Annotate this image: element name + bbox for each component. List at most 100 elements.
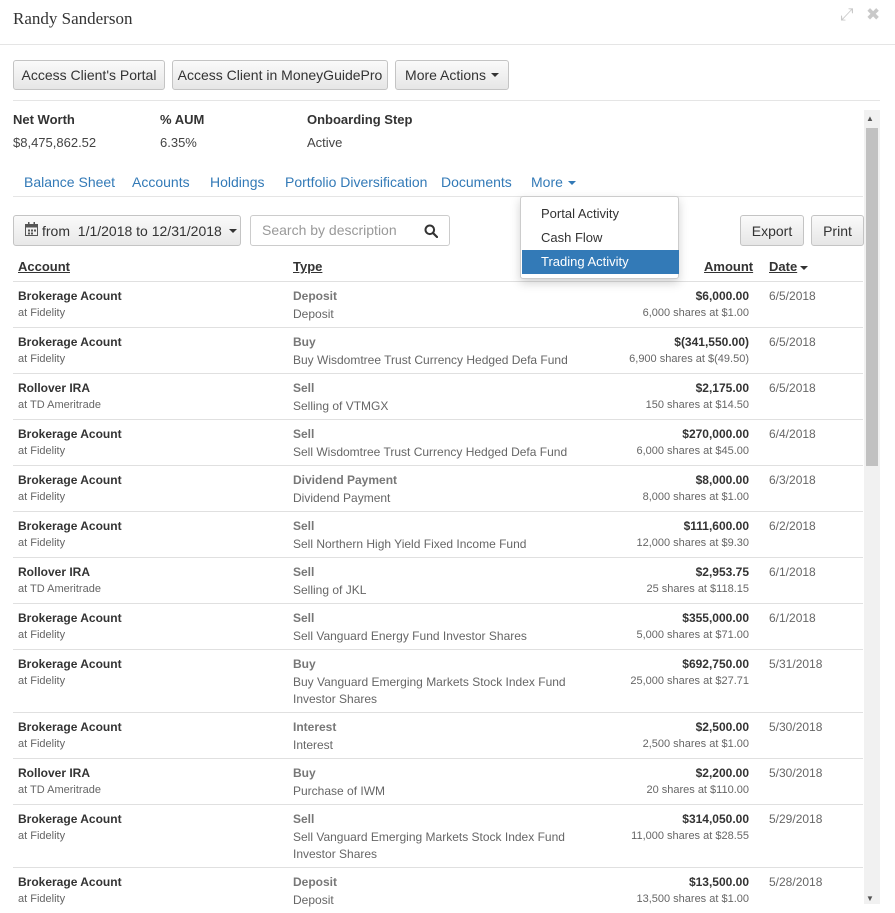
transaction-detail: 11,000 shares at $28.55	[631, 830, 749, 842]
transaction-detail: 20 shares at $110.00	[646, 784, 749, 796]
table-row[interactable]: Rollover IRA at TD Ameritrade Buy Purchase …	[13, 758, 863, 804]
transaction-amount: $692,750.00	[682, 657, 749, 671]
transaction-type: Sell	[293, 812, 315, 826]
account-name: Brokerage Acount	[18, 473, 122, 487]
transaction-amount: $355,000.00	[682, 611, 749, 625]
account-name: Brokerage Acount	[18, 812, 122, 826]
transaction-detail: 13,500 shares at $1.00	[636, 893, 749, 905]
account-name: Brokerage Acount	[18, 611, 122, 625]
transaction-type: Deposit	[293, 875, 338, 889]
transaction-date: 6/5/2018	[769, 381, 816, 395]
transactions-table: Brokerage Acount at Fidelity Deposit Deposi…	[13, 281, 863, 913]
search-field[interactable]	[250, 215, 450, 246]
transaction-description: Interest	[293, 738, 334, 752]
tab-holdings[interactable]: Holdings	[210, 174, 264, 190]
search-icon[interactable]	[424, 224, 439, 241]
table-row[interactable]: Brokerage Acount at Fidelity Deposit Deposi…	[13, 867, 863, 913]
transaction-type: Interest	[293, 720, 337, 734]
scroll-up-icon[interactable]: ▲	[866, 114, 874, 123]
table-row[interactable]: Rollover IRA at TD Ameritrade Sell Selling …	[13, 557, 863, 603]
transaction-type: Sell	[293, 519, 315, 533]
transaction-detail: 25,000 shares at $27.71	[630, 675, 749, 687]
onboarding-step-value: Active	[307, 135, 343, 150]
account-institution: at Fidelity	[18, 738, 66, 750]
transaction-description: Sell Vanguard Energy Fund Investor Share…	[293, 629, 527, 643]
tab-balance-sheet[interactable]: Balance Sheet	[24, 174, 115, 190]
menu-item-portal-activity[interactable]: Portal Activity	[522, 202, 679, 226]
transaction-date: 5/31/2018	[769, 657, 823, 671]
transaction-date: 6/1/2018	[769, 565, 816, 579]
table-row[interactable]: Brokerage Acount at Fidelity Sell Sell Vang…	[13, 804, 863, 867]
divider	[13, 100, 880, 101]
search-input[interactable]	[262, 222, 412, 238]
transaction-description: Dividend Payment	[293, 491, 391, 505]
transaction-type: Buy	[293, 335, 316, 349]
client-name-title: Randy Sanderson	[13, 9, 133, 28]
table-row[interactable]: Brokerage Acount at Fidelity Sell Sell Vang…	[13, 603, 863, 649]
tab-documents[interactable]: Documents	[441, 174, 512, 190]
access-portal-button[interactable]: Access Client's Portal	[13, 60, 165, 90]
tab-accounts[interactable]: Accounts	[132, 174, 190, 190]
aum-value: 6.35%	[160, 135, 197, 150]
column-header-amount[interactable]: Amount	[704, 259, 753, 274]
transaction-description: Buy Vanguard Emerging Markets Stock Inde…	[293, 675, 566, 706]
transaction-detail: 150 shares at $14.50	[645, 399, 749, 411]
sort-down-icon	[800, 265, 809, 270]
print-button[interactable]: Print	[811, 215, 864, 246]
table-row[interactable]: Brokerage Acount at Fidelity Dividend Paym…	[13, 465, 863, 511]
account-name: Brokerage Acount	[18, 657, 122, 671]
account-name: Brokerage Acount	[18, 720, 122, 734]
account-institution: at Fidelity	[18, 353, 66, 365]
table-row[interactable]: Rollover IRA at TD Ameritrade Sell Selling …	[13, 373, 863, 419]
table-row[interactable]: Brokerage Acount at Fidelity Deposit Deposi…	[13, 281, 863, 327]
transaction-amount: $314,050.00	[682, 812, 749, 826]
transaction-detail: 6,000 shares at $45.00	[636, 445, 749, 457]
net-worth-value: $8,475,862.52	[13, 135, 97, 150]
scroll-down-icon[interactable]: ▼	[866, 894, 874, 903]
transaction-detail: 5,000 shares at $71.00	[636, 629, 749, 641]
column-header-type[interactable]: Type	[293, 259, 322, 274]
transaction-amount: $2,175.00	[695, 381, 749, 395]
transaction-amount: $111,600.00	[683, 519, 749, 533]
more-dropdown-menu: Portal Activity Cash Flow Trading Activi…	[520, 196, 679, 279]
transaction-date: 6/5/2018	[769, 289, 816, 303]
account-name: Brokerage Acount	[18, 875, 122, 889]
account-institution: at TD Ameritrade	[18, 399, 101, 411]
account-name: Brokerage Acount	[18, 427, 122, 441]
more-actions-button[interactable]: More Actions	[395, 60, 509, 90]
table-row[interactable]: Brokerage Acount at Fidelity Buy Buy Vangua…	[13, 649, 863, 712]
table-row[interactable]: Brokerage Acount at Fidelity Sell Sell Wisd…	[13, 419, 863, 465]
account-institution: at Fidelity	[18, 629, 66, 641]
account-institution: at Fidelity	[18, 445, 66, 457]
expand-icon[interactable]: ⤢	[840, 5, 854, 25]
account-name: Rollover IRA	[18, 766, 91, 780]
close-icon[interactable]: ✖	[866, 5, 880, 25]
transaction-detail: 6,000 shares at $1.00	[642, 307, 749, 319]
tab-portfolio-diversification[interactable]: Portfolio Diversification	[285, 174, 427, 190]
transaction-detail: 8,000 shares at $1.00	[642, 491, 749, 503]
column-header-date[interactable]: Date	[769, 259, 809, 274]
menu-item-trading-activity[interactable]: Trading Activity	[522, 250, 679, 274]
transaction-description: Selling of VTMGX	[293, 399, 389, 413]
date-range-filter[interactable]: from 1/1/2018 to 12/31/2018	[13, 215, 241, 246]
menu-item-cash-flow[interactable]: Cash Flow	[522, 226, 679, 250]
transaction-date: 5/28/2018	[769, 875, 823, 889]
account-institution: at Fidelity	[18, 491, 66, 503]
caret-down-icon	[229, 229, 237, 233]
transaction-type: Buy	[293, 657, 316, 671]
column-header-account[interactable]: Account	[18, 259, 70, 274]
transaction-amount: $8,000.00	[695, 473, 749, 487]
account-institution: at TD Ameritrade	[18, 583, 101, 595]
table-row[interactable]: Brokerage Acount at Fidelity Sell Sell Nort…	[13, 511, 863, 557]
export-button[interactable]: Export	[740, 215, 804, 246]
table-row[interactable]: Brokerage Acount at Fidelity Interest Inter…	[13, 712, 863, 758]
scrollbar-thumb[interactable]	[866, 128, 878, 466]
access-moneyguidepro-button[interactable]: Access Client in MoneyGuidePro	[172, 60, 388, 90]
caret-down-icon	[567, 181, 576, 186]
account-name: Brokerage Acount	[18, 289, 122, 303]
transaction-description: Deposit	[293, 307, 334, 321]
table-row[interactable]: Brokerage Acount at Fidelity Buy Buy Wisdom…	[13, 327, 863, 373]
access-moneyguidepro-label: Access Client in MoneyGuidePro	[177, 67, 383, 83]
tab-more[interactable]: More	[531, 174, 576, 190]
transaction-description: Sell Northern High Yield Fixed Income Fu…	[293, 537, 527, 551]
